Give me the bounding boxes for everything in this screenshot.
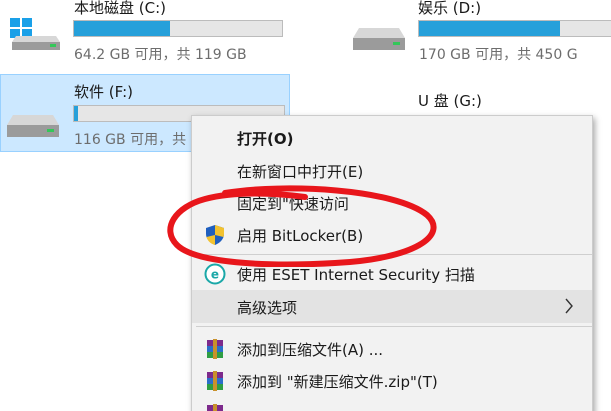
svg-text:e: e [211,268,219,282]
menu-item-label: 添加到压缩文件(A) ... [237,341,384,359]
usage-bar [418,20,611,37]
free-space-text: 116 GB 可用，共 [74,132,187,148]
menu-item-label: 添加到 "新建压缩文件.zip"(T) [237,373,438,391]
menu-item-open-new-window[interactable]: 在新窗口中打开(E) [192,154,592,187]
usage-fill [74,106,79,121]
free-space-text: 64.2 GB 可用，共 119 GB [74,47,247,63]
menu-item-bitlocker[interactable]: 启用 BitLocker(B) [192,218,592,251]
winrar-icon [207,339,223,359]
menu-item-label: 使用 ESET Internet Security 扫描 [237,266,475,284]
menu-item-label: 在新窗口中打开(E) [237,163,364,181]
menu-item-label: 打开(O) [237,130,294,148]
usage-bar [73,20,283,37]
menu-item-label: 高级选项 [237,299,298,317]
chevron-right-icon [565,298,573,314]
usage-fill [419,21,561,36]
menu-separator [196,254,592,255]
menu-item-partial[interactable] [192,397,592,411]
winrar-icon [207,371,223,391]
menu-item-label: 启用 BitLocker(B) [237,227,364,245]
explorer-view: 本地磁盘 (C:) 64.2 GB 可用，共 119 GB 娱乐 (D:) 17… [0,0,611,411]
menu-separator [196,326,592,327]
winrar-icon [207,404,223,411]
menu-item-advanced-options[interactable]: 高级选项 [192,290,592,323]
drive-name: 本地磁盘 (C:) [74,0,166,17]
free-space-text: 170 GB 可用，共 450 G [419,47,578,63]
menu-item-add-archive[interactable]: 添加到压缩文件(A) ... [192,332,592,365]
menu-item-add-zip[interactable]: 添加到 "新建压缩文件.zip"(T) [192,364,592,397]
drive-name: U 盘 (G:) [418,92,482,110]
drive-name: 软件 (F:) [74,83,133,101]
hard-drive-icon [7,115,59,137]
drive-name: 娱乐 (D:) [418,0,482,17]
drive-c[interactable]: 本地磁盘 (C:) 64.2 GB 可用，共 119 GB [0,0,300,70]
hard-drive-icon [353,28,405,50]
eset-icon: e [204,263,226,285]
context-menu: 打开(O) 在新窗口中打开(E) 固定到"快速访问 启用 BitLocker(B… [191,115,593,411]
menu-item-open[interactable]: 打开(O) [192,121,592,154]
menu-item-eset-scan[interactable]: e 使用 ESET Internet Security 扫描 [192,257,592,290]
drive-d[interactable]: 娱乐 (D:) 170 GB 可用，共 450 G [345,0,611,70]
usage-fill [74,21,170,36]
uac-shield-icon [206,225,224,245]
windows-drive-icon [10,18,60,50]
menu-item-label: 固定到"快速访问 [237,195,349,213]
menu-item-pin-quick-access[interactable]: 固定到"快速访问 [192,186,592,219]
